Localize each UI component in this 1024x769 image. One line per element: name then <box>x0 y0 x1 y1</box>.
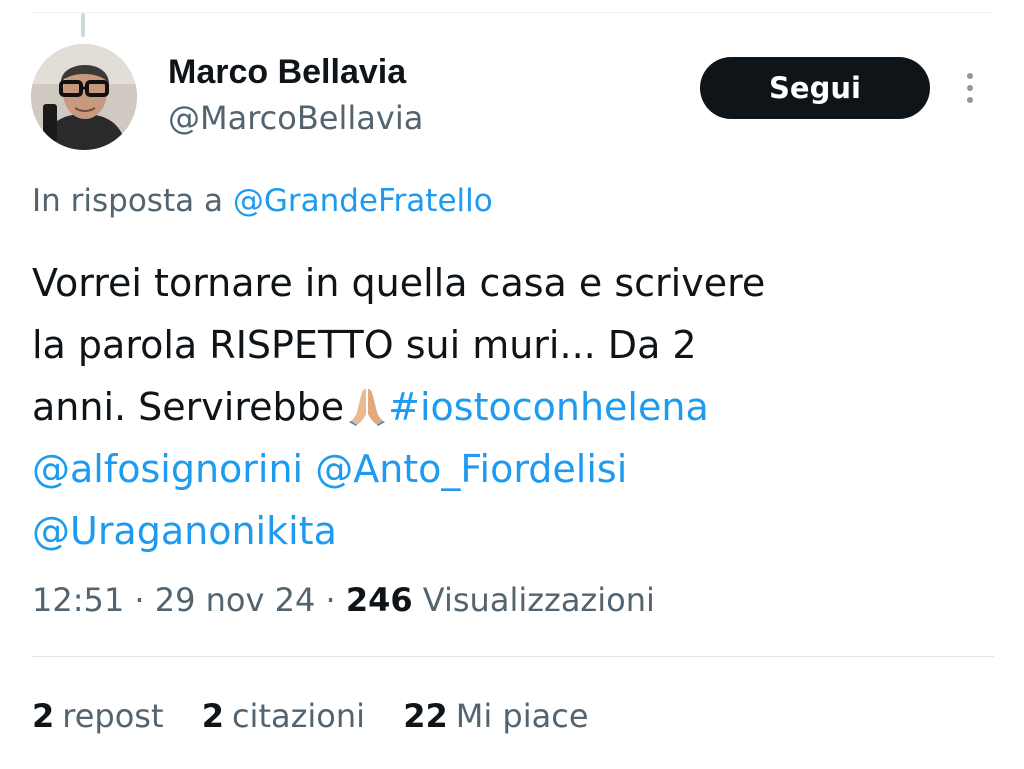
tweet-line: la parola RISPETTO sui muri... Da 2 <box>32 323 697 367</box>
engagement-stats: 2 repost 2 citazioni 22 Mi piace <box>32 694 617 738</box>
reposts-label: repost <box>62 697 164 735</box>
meta-separator: · <box>134 581 145 619</box>
follow-button[interactable]: Segui <box>700 57 930 119</box>
tweet-line: @alfosignorini @Anto_Fiordelisi <box>32 438 932 500</box>
views-count: 246 <box>345 581 413 619</box>
avatar-photo <box>31 44 137 150</box>
more-dot <box>967 73 973 79</box>
author-name[interactable]: Marco Bellavia <box>168 52 406 92</box>
tweet-meta: 12:51 · 29 nov 24 · 246 Visualizzazioni <box>32 578 655 622</box>
reposts-count: 2 <box>32 697 55 735</box>
tweet-time[interactable]: 12:51 <box>32 581 124 619</box>
top-divider <box>32 12 994 13</box>
tweet-line: @Uraganonikita <box>32 500 932 562</box>
author-handle[interactable]: @MarcoBellavia <box>168 98 423 138</box>
reply-handle-link[interactable]: @GrandeFratello <box>233 183 493 219</box>
reposts-stat[interactable]: 2 repost <box>32 694 164 738</box>
reply-prefix: In risposta a <box>32 183 223 219</box>
tweet-page: Marco Bellavia @MarcoBellavia Segui In r… <box>0 0 1024 769</box>
likes-count: 22 <box>403 697 448 735</box>
quotes-count: 2 <box>201 697 224 735</box>
mention-link[interactable]: @alfosignorini <box>32 447 303 491</box>
mention-link[interactable]: @Uraganonikita <box>32 509 337 553</box>
quotes-label: citazioni <box>231 697 366 735</box>
tweet-date[interactable]: 29 nov 24 <box>155 581 316 619</box>
thread-connector-line <box>81 13 85 37</box>
tweet-line-text: anni. Servirebbe <box>32 385 345 429</box>
tweet-line: anni. Servirebbe #iostoconhelena <box>32 376 932 438</box>
meta-separator: · <box>325 581 336 619</box>
folded-hands-emoji-icon <box>348 382 386 444</box>
views-label: Visualizzazioni <box>422 581 655 619</box>
more-dot <box>967 85 973 91</box>
more-options-icon[interactable] <box>955 64 985 112</box>
tweet-line: Vorrei tornare in quella casa e scrivere <box>32 261 766 305</box>
more-dot <box>967 97 973 103</box>
likes-label: Mi piace <box>455 697 589 735</box>
likes-stat[interactable]: 22 Mi piace <box>403 694 588 738</box>
mention-link[interactable]: @Anto_Fiordelisi <box>315 447 627 491</box>
stats-divider <box>32 656 994 657</box>
quotes-stat[interactable]: 2 citazioni <box>202 694 365 738</box>
reply-context: In risposta a @GrandeFratello <box>32 180 493 222</box>
hashtag-link[interactable]: #iostoconhelena <box>388 385 709 429</box>
tweet-text: Vorrei tornare in quella casa e scrivere… <box>32 252 932 562</box>
avatar[interactable] <box>31 44 137 150</box>
